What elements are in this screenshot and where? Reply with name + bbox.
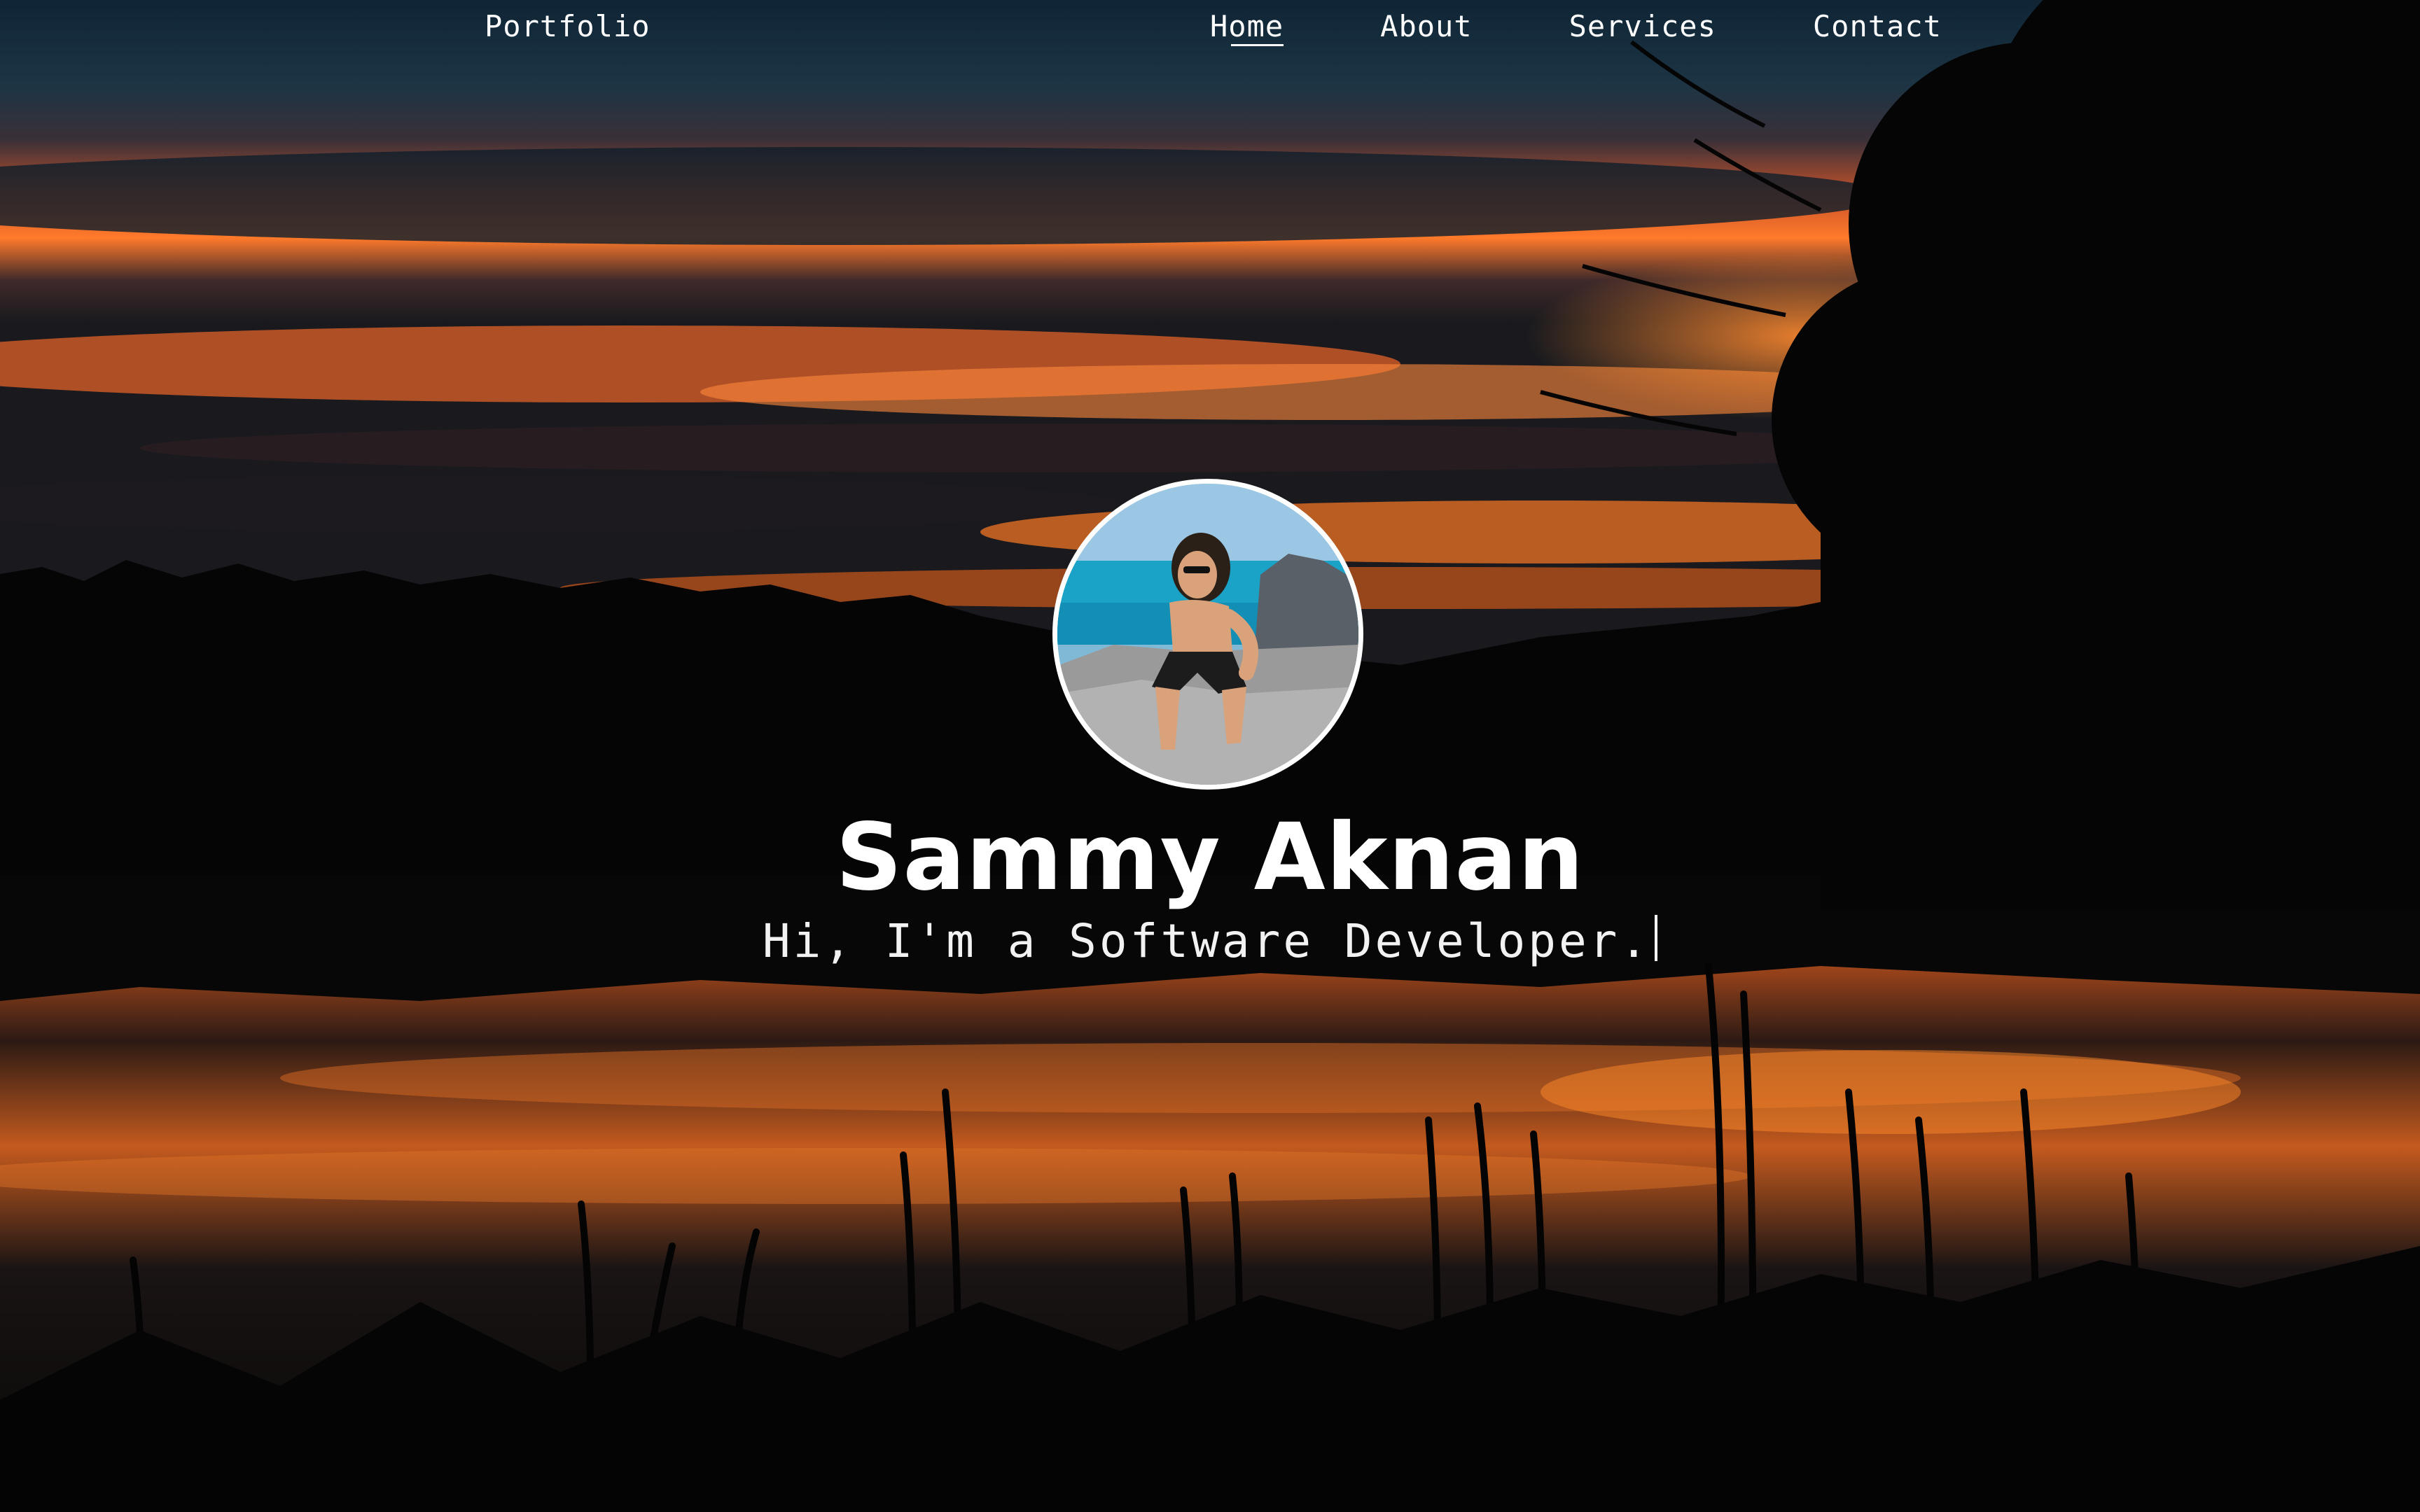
hero-name-heading: Sammy Aknan	[835, 804, 1585, 911]
nav-link-home[interactable]: Home	[1210, 7, 1284, 46]
nav-link-services[interactable]: Services	[1569, 7, 1716, 46]
brand-logo-link[interactable]: Portfolio	[485, 7, 651, 46]
nav-link-contact[interactable]: Contact	[1813, 7, 1942, 46]
hero-tagline-text: Hi, I'm a Software Developer.	[762, 914, 1651, 968]
hero-tagline: Hi, I'm a Software Developer.	[0, 910, 2420, 973]
profile-avatar	[1052, 479, 1363, 790]
nav-link-about[interactable]: About	[1380, 7, 1472, 46]
typing-cursor	[1655, 915, 1658, 961]
main-navigation: Home About Services Contact	[1210, 7, 1942, 46]
